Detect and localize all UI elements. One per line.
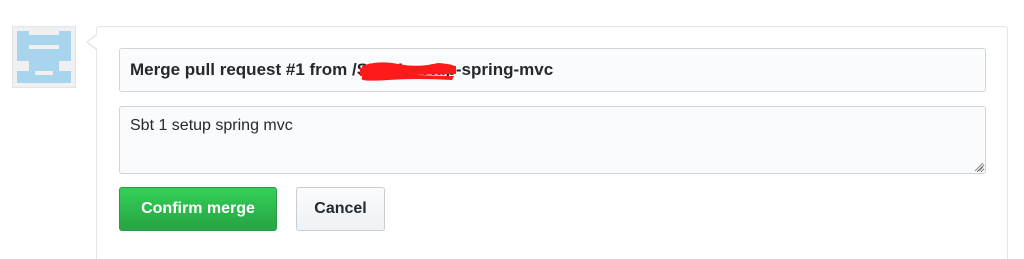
speech-arrow-inner [88,35,97,49]
commit-message-textarea[interactable]: Sbt 1 setup spring mvc [119,106,986,174]
user-avatar [12,26,76,88]
confirm-merge-button[interactable]: Confirm merge [119,187,277,231]
cancel-button[interactable]: Cancel [296,187,385,231]
commit-title-input[interactable]: Merge pull request #1 from /SBT-1-setup-… [119,48,986,92]
identicon-avatar-icon [13,27,75,87]
merge-dialog-page: Merge pull request #1 from /SBT-1-setup-… [0,0,1024,259]
resize-handle-icon[interactable] [972,160,984,172]
